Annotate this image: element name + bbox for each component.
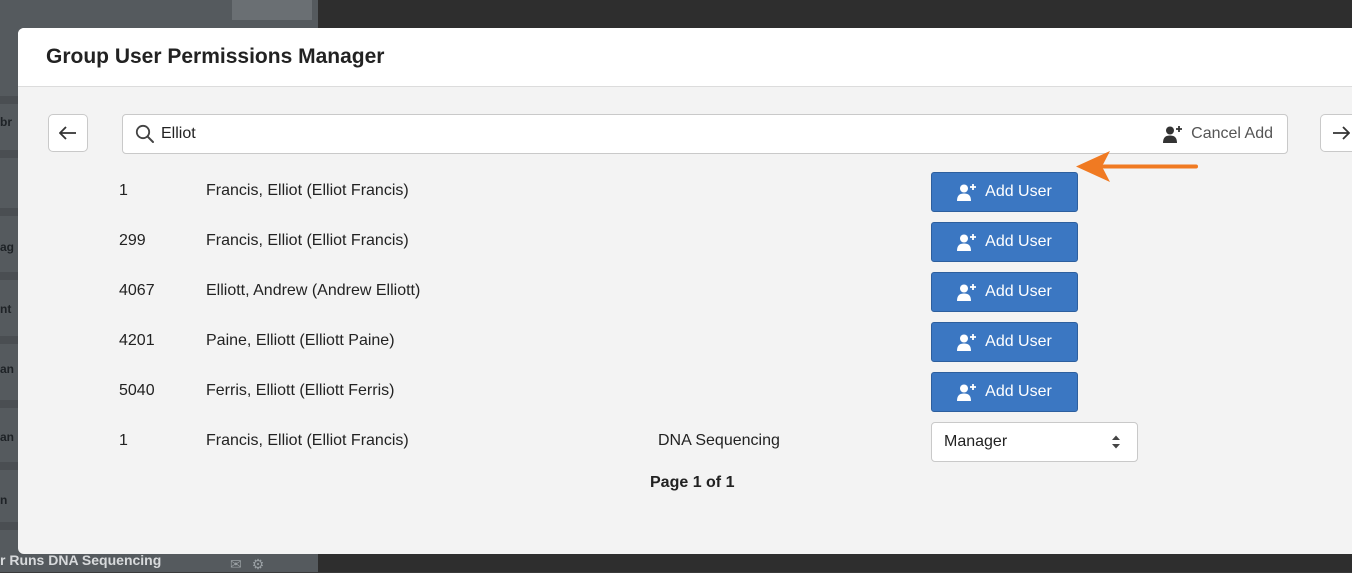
add-user-label: Add User <box>985 383 1052 400</box>
member-row: 1 Francis, Elliot (Elliot Francis) DNA S… <box>18 419 1352 463</box>
group-name: DNA Sequencing <box>658 432 780 449</box>
add-user-label: Add User <box>985 183 1052 200</box>
add-user-button[interactable]: Add User <box>931 172 1078 212</box>
role-select-value: Manager <box>944 433 1008 450</box>
user-id: 4201 <box>119 332 155 349</box>
user-name: Francis, Elliot (Elliot Francis) <box>206 182 409 199</box>
background-edge-label: br <box>0 115 12 129</box>
add-user-button[interactable]: Add User <box>931 372 1078 412</box>
arrow-right-icon <box>1332 126 1350 140</box>
modal-header: Group User Permissions Manager <box>18 28 1352 87</box>
result-row: 299 Francis, Elliot (Elliot Francis) Add… <box>18 219 1352 263</box>
result-row: 4201 Paine, Elliott (Elliott Paine) Add … <box>18 319 1352 363</box>
role-select[interactable]: Manager <box>931 422 1138 462</box>
background-footer-label: r Runs DNA Sequencing <box>0 552 162 568</box>
background-toolbar <box>232 0 312 20</box>
add-user-button[interactable]: Add User <box>931 272 1078 312</box>
previous-page-button[interactable] <box>48 114 88 152</box>
sort-icon <box>1112 435 1120 449</box>
search-icon <box>135 124 154 143</box>
add-user-button[interactable]: Add User <box>931 322 1078 362</box>
user-id: 4067 <box>119 282 155 299</box>
user-plus-icon <box>957 184 977 201</box>
user-name: Francis, Elliot (Elliot Francis) <box>206 432 409 449</box>
background-edge-label: an <box>0 362 15 376</box>
add-user-button[interactable]: Add User <box>931 222 1078 262</box>
user-id: 5040 <box>119 382 155 399</box>
search-input[interactable] <box>161 125 1061 143</box>
user-name: Francis, Elliot (Elliot Francis) <box>206 232 409 249</box>
user-plus-icon <box>957 234 977 251</box>
cancel-add-label: Cancel Add <box>1191 125 1273 142</box>
next-page-button[interactable] <box>1320 114 1352 152</box>
add-user-label: Add User <box>985 233 1052 250</box>
pagination-label: Page 1 of 1 <box>650 474 735 491</box>
annotation-arrow <box>1076 151 1198 182</box>
add-user-label: Add User <box>985 333 1052 350</box>
background-footer-icons: ✉⚙ <box>230 556 275 572</box>
user-id: 1 <box>119 182 128 199</box>
user-id: 299 <box>119 232 146 249</box>
cancel-add-button[interactable]: Cancel Add <box>1163 125 1273 143</box>
background-edge-label: an <box>0 430 15 444</box>
user-id: 1 <box>119 432 128 449</box>
user-name: Elliott, Andrew (Andrew Elliott) <box>206 282 421 299</box>
user-plus-icon <box>957 334 977 351</box>
result-row: 4067 Elliott, Andrew (Andrew Elliott) Ad… <box>18 269 1352 313</box>
background-edge-label: n <box>0 493 8 507</box>
user-plus-icon <box>957 284 977 301</box>
user-plus-icon <box>1163 126 1183 143</box>
permissions-modal: Group User Permissions Manager Cancel Ad… <box>18 28 1352 554</box>
arrow-left-icon <box>59 126 76 140</box>
add-user-label: Add User <box>985 283 1052 300</box>
background-edge-label: ag <box>0 240 15 254</box>
modal-title: Group User Permissions Manager <box>46 45 385 68</box>
user-plus-icon <box>957 384 977 401</box>
user-name: Paine, Elliott (Elliott Paine) <box>206 332 395 349</box>
background-edge-label: nt <box>0 302 12 316</box>
result-row: 5040 Ferris, Elliott (Elliott Ferris) Ad… <box>18 369 1352 413</box>
user-name: Ferris, Elliott (Elliott Ferris) <box>206 382 395 399</box>
